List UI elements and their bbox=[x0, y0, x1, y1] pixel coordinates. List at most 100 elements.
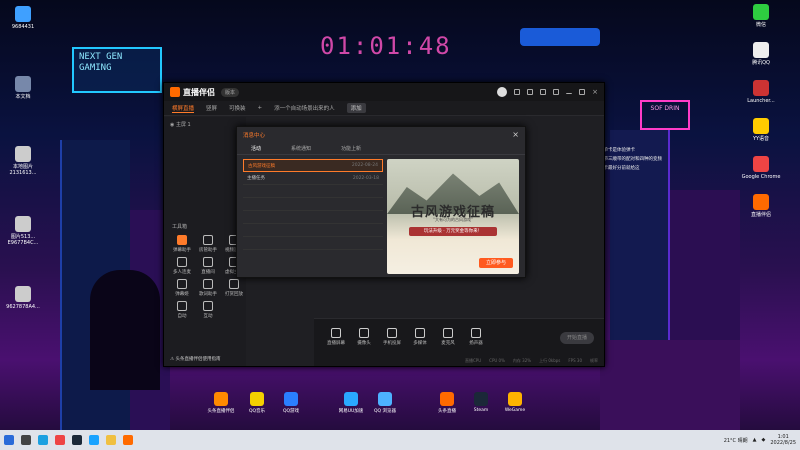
avatar[interactable] bbox=[497, 87, 508, 97]
banner-tag: 玩法升级 · 万元奖金等你来！ bbox=[409, 227, 497, 236]
source-label: 手机投屏 bbox=[383, 341, 401, 346]
message-row-empty bbox=[243, 211, 383, 224]
status-item: CPU 0% bbox=[489, 358, 505, 363]
tab-switchable[interactable]: 可换装 bbox=[229, 104, 246, 112]
desktop-icon[interactable]: 本文档 bbox=[0, 76, 46, 100]
dock-label: 网易UU加速 bbox=[338, 409, 364, 414]
source-label: 摄像头 bbox=[357, 341, 371, 346]
minimize-icon[interactable] bbox=[566, 90, 573, 94]
message-row[interactable]: 古风游戏征稿 2022-08-24 bbox=[243, 159, 383, 172]
tab-system[interactable]: 系统通知 bbox=[291, 145, 311, 152]
scene-add-button[interactable]: 添加 bbox=[346, 103, 366, 113]
blimp bbox=[520, 28, 600, 46]
edge-icon[interactable] bbox=[38, 435, 48, 445]
go-live-button[interactable]: 开始直播 bbox=[560, 332, 594, 344]
desktop-icon[interactable]: 直播伴侣 bbox=[738, 194, 784, 218]
folder-icon[interactable] bbox=[106, 435, 116, 445]
version-badge[interactable]: 版本 bbox=[221, 87, 240, 97]
tool-button[interactable]: 直播间 bbox=[196, 257, 220, 275]
dock-app-icon bbox=[344, 392, 358, 406]
tool-button[interactable]: 自动 bbox=[170, 301, 194, 319]
dock-icon[interactable]: WeGame bbox=[500, 392, 530, 413]
desktop-icon[interactable]: 9684431 bbox=[0, 6, 46, 30]
tool-button[interactable]: 弹幕姬 bbox=[170, 279, 194, 297]
tab-landscape[interactable]: 横屏直播 bbox=[172, 104, 195, 113]
dock-icon[interactable]: 网易UU加速 bbox=[336, 392, 366, 414]
dock-app-icon bbox=[378, 392, 392, 406]
desktop-icon[interactable]: 腾讯QQ bbox=[738, 42, 784, 66]
desktop-icon[interactable]: Google Chrome bbox=[738, 156, 784, 180]
app-icon bbox=[753, 156, 769, 172]
volume-icon[interactable]: ◆ bbox=[762, 437, 766, 443]
app-taskbar-icon[interactable] bbox=[123, 435, 133, 445]
skin-icon[interactable] bbox=[540, 89, 547, 95]
message-row[interactable]: 主播任务 2022-03-18 bbox=[243, 172, 383, 185]
source-button[interactable]: 摄像头 bbox=[350, 328, 378, 346]
eye-icon[interactable]: ◉ bbox=[170, 122, 174, 128]
tab-activity[interactable]: 活动 bbox=[251, 145, 261, 152]
source-icon bbox=[415, 328, 425, 338]
source-button[interactable]: 麦克风 bbox=[434, 328, 462, 346]
dock-icon[interactable]: Steam bbox=[466, 392, 496, 413]
tool-label: 多人连麦 bbox=[173, 270, 191, 275]
desktop-icon[interactable]: YY语音 bbox=[738, 118, 784, 142]
start-icon[interactable] bbox=[4, 435, 14, 445]
add-scene-button[interactable]: + bbox=[258, 105, 263, 111]
steam-icon[interactable] bbox=[72, 435, 82, 445]
tool-button[interactable]: 互动 bbox=[196, 301, 220, 319]
status-item: 直播CPU bbox=[465, 358, 482, 363]
tool-label: 互动 bbox=[203, 314, 213, 319]
message-row-empty bbox=[243, 185, 383, 198]
dock-icon[interactable]: 头条直播伴侣 bbox=[206, 392, 236, 414]
tool-label: 房管助手 bbox=[199, 248, 217, 253]
weather-text[interactable]: 21°C 晴朗 bbox=[724, 437, 748, 444]
settings-icon[interactable] bbox=[514, 89, 521, 95]
dock-icon[interactable]: QQ 浏览器 bbox=[370, 392, 400, 414]
tool-icon bbox=[203, 301, 213, 311]
close-icon[interactable]: × bbox=[592, 89, 598, 96]
guide-link[interactable]: ⚠ 头条直播伴侣使用指南 bbox=[170, 356, 220, 362]
maximize-icon[interactable] bbox=[579, 89, 586, 95]
desktop-icon[interactable]: 图片513... E9677B4C... bbox=[0, 216, 46, 246]
desktop-icon[interactable]: 9627878A4... bbox=[0, 286, 46, 310]
scene-label: 主屏 1 bbox=[175, 122, 191, 128]
status-item: 帧率 bbox=[590, 358, 598, 363]
menu-icon[interactable] bbox=[553, 89, 560, 95]
dock-icon[interactable]: QQ音乐 bbox=[242, 392, 272, 414]
source-button[interactable]: 手机投屏 bbox=[378, 328, 406, 346]
scene-row[interactable]: ◉ 主屏 1 bbox=[164, 117, 246, 132]
app-icon bbox=[15, 76, 31, 92]
search-icon[interactable] bbox=[21, 435, 31, 445]
dock-icon[interactable]: 头条直播 bbox=[432, 392, 462, 414]
dialog-close-icon[interactable]: × bbox=[512, 130, 519, 139]
dock-label: Steam bbox=[473, 408, 489, 413]
tool-button[interactable]: 打赏回放 bbox=[222, 279, 246, 297]
tool-button[interactable]: 弹幕助手 bbox=[170, 235, 194, 253]
desktop-icon-label: 直播伴侣 bbox=[750, 212, 771, 218]
source-button[interactable]: 多媒体 bbox=[406, 328, 434, 346]
source-label: 多媒体 bbox=[413, 341, 427, 346]
tab-features[interactable]: 功能上新 bbox=[341, 145, 361, 152]
network-icon[interactable]: ▲ bbox=[753, 437, 757, 443]
chrome-icon[interactable] bbox=[55, 435, 65, 445]
tray-clock[interactable]: 1:01 2022/8/25 bbox=[770, 434, 796, 446]
activity-banner[interactable]: 古风游戏征稿 “大有可为的古风游戏” 玩法升级 · 万元奖金等你来！ 立即参与 bbox=[387, 159, 519, 274]
tool-button[interactable]: 多人连麦 bbox=[170, 257, 194, 275]
tools-title: 工具箱 bbox=[172, 224, 188, 230]
message-icon[interactable] bbox=[527, 89, 534, 95]
source-button[interactable]: 直播屏幕 bbox=[322, 328, 350, 346]
desktop-icon-label: 微信 bbox=[755, 22, 766, 28]
banner-cta-button[interactable]: 立即参与 bbox=[479, 258, 513, 268]
status-item: FPS 30 bbox=[568, 358, 582, 363]
tool-button[interactable]: 房管助手 bbox=[196, 235, 220, 253]
desktop-icon[interactable]: 微信 bbox=[738, 4, 784, 28]
source-button[interactable]: 扬声器 bbox=[462, 328, 490, 346]
tool-button[interactable]: 歌词助手 bbox=[196, 279, 220, 297]
tab-portrait[interactable]: 竖屏 bbox=[206, 104, 217, 112]
desktop-icon[interactable]: 本地图片2131613... bbox=[0, 146, 46, 176]
dock-icon[interactable]: QQ游戏 bbox=[276, 392, 306, 414]
taskbar: 21°C 晴朗 ▲ ◆ 1:01 2022/8/25 bbox=[0, 430, 800, 450]
app-icon bbox=[15, 216, 31, 232]
qq-icon[interactable] bbox=[89, 435, 99, 445]
desktop-icon[interactable]: Launcher... bbox=[738, 80, 784, 104]
